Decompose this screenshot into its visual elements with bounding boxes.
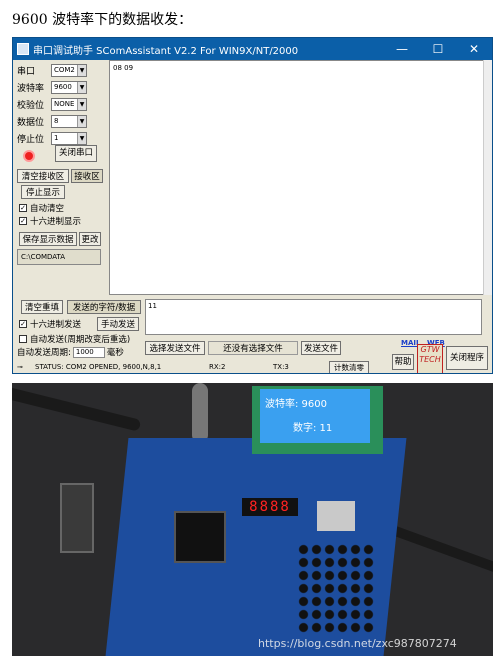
clear-receive-button[interactable]: 清空接收区: [17, 169, 69, 183]
port-label: 串口: [17, 66, 36, 77]
ribbon-cable: [192, 383, 208, 443]
port-select[interactable]: COM2 ▼: [51, 63, 87, 77]
checkmark-icon: ✓: [19, 204, 27, 212]
chevron-down-icon: ▼: [77, 64, 86, 76]
minimize-button[interactable]: —: [384, 38, 420, 60]
auto-clear-checkbox[interactable]: ✓ 自动清空: [19, 202, 64, 214]
send-data-tab[interactable]: 发送的字符/数据: [67, 300, 141, 314]
chevron-down-icon: ▼: [77, 132, 86, 144]
stopbits-select[interactable]: 1 ▼: [51, 131, 87, 145]
title-bar: 串口调试助手 SComAssistant V2.2 For WIN9X/NT/2…: [13, 38, 492, 60]
parity-select[interactable]: NONE ▼: [51, 97, 87, 111]
choose-file-button[interactable]: 选择发送文件: [145, 341, 205, 355]
stopbits-label: 停止位: [17, 134, 45, 145]
chevron-down-icon: ▼: [77, 98, 86, 110]
parity-label: 校验位: [17, 100, 45, 111]
chevron-down-icon: ▼: [77, 81, 86, 93]
rx-count: RX:2: [209, 363, 226, 371]
baud-select[interactable]: 9600 ▼: [51, 80, 87, 94]
app-window: 串口调试助手 SComAssistant V2.2 For WIN9X/NT/2…: [12, 37, 493, 374]
auto-send-period-row: 自动发送周期: 1000 毫秒: [17, 346, 124, 358]
auto-send-checkbox[interactable]: 自动发送(周期改变后重选): [19, 333, 130, 345]
settings-panel: 串口 COM2 ▼ 波特率 9600 ▼ 校验位 NONE ▼ 数据位 8 ▼ 停止位 …: [17, 62, 113, 147]
led-matrix: [317, 501, 355, 531]
manual-send-button[interactable]: 手动发送: [97, 317, 139, 331]
save-display-button[interactable]: 保存显示数据: [19, 232, 77, 246]
auto-send-period-label: 自动发送周期:: [17, 348, 71, 358]
status-text: STATUS: COM2 OPENED, 9600,N,8,1: [35, 363, 162, 371]
close-port-button[interactable]: 关闭串口: [55, 145, 97, 162]
save-path-field[interactable]: C:\COMDATA: [17, 249, 101, 265]
count-clear-button[interactable]: 计数清零: [329, 360, 369, 373]
app-icon: [17, 43, 29, 55]
baud-label: 波特率: [17, 83, 45, 94]
maximize-button[interactable]: ☐: [420, 38, 456, 60]
db9-connector: [60, 483, 94, 553]
hex-send-checkbox[interactable]: ✓ 十六进制发送: [19, 318, 81, 330]
watermark: https://blog.csdn.net/zxc987807274: [258, 637, 457, 650]
chevron-down-icon: ▼: [77, 115, 86, 127]
send-textarea[interactable]: 11: [145, 299, 482, 335]
lcd-line-1: 波特率: 9600: [265, 399, 327, 410]
status-led-icon: [23, 150, 35, 162]
databits-select[interactable]: 8 ▼: [51, 114, 87, 128]
checkmark-icon: ✓: [19, 320, 27, 328]
checkmark-icon: ✓: [19, 217, 27, 225]
change-path-button[interactable]: 更改: [79, 232, 101, 246]
window-title: 串口调试助手 SComAssistant V2.2 For WIN9X/NT/2…: [33, 45, 299, 57]
checkbox-icon: [19, 335, 27, 343]
page-caption: 9600 波特率下的数据收发：: [12, 12, 193, 28]
close-button[interactable]: ✕: [456, 38, 492, 60]
mcu-chip: [174, 511, 226, 563]
databits-label: 数据位: [17, 117, 45, 128]
receive-textarea[interactable]: 08 09: [109, 60, 484, 295]
seven-segment-display: 8888: [242, 498, 298, 516]
receive-area-tab[interactable]: 接收区: [71, 169, 103, 183]
status-bar: ⊸ STATUS: COM2 OPENED, 9600,N,8,1 RX:2 T…: [13, 360, 492, 373]
send-file-button[interactable]: 发送文件: [301, 341, 341, 355]
lcd-line-2: 数字: 11: [293, 423, 333, 434]
hardware-photo: 波特率: 9600 数字: 11 8888 https://blog.csdn.…: [12, 383, 493, 656]
tx-count: TX:3: [273, 363, 289, 371]
cable: [383, 522, 493, 574]
pin-icon: ⊸: [17, 363, 23, 371]
file-name-display: 还没有选择文件: [208, 341, 298, 355]
lcd-screen: 波特率: 9600 数字: 11: [260, 389, 370, 443]
clear-resend-button[interactable]: 清空重填: [21, 300, 63, 314]
period-unit: 毫秒: [106, 348, 124, 358]
stop-display-button[interactable]: 停止显示: [21, 185, 65, 199]
hex-display-checkbox[interactable]: ✓ 十六进制显示: [19, 215, 81, 227]
cable: [12, 386, 142, 432]
keypad: [297, 543, 375, 633]
period-input[interactable]: 1000: [72, 346, 105, 358]
receive-scrollbar[interactable]: [483, 60, 492, 295]
